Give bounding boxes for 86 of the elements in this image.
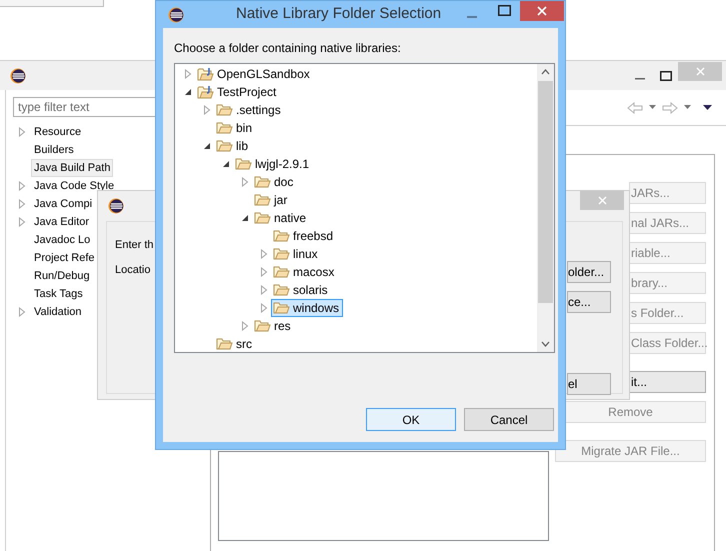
tree-item[interactable]: windows — [271, 299, 344, 317]
tree-item[interactable]: linux — [271, 245, 322, 263]
tree-item[interactable]: freebsd — [271, 227, 338, 245]
folder-icon — [273, 247, 290, 261]
tree-item[interactable]: solaris — [271, 281, 332, 299]
prompt-text: Choose a folder containing native libraries: — [174, 40, 402, 56]
expand-arrow-icon[interactable] — [260, 267, 268, 277]
folder-icon — [216, 139, 233, 153]
tree-item[interactable]: bin — [214, 119, 256, 137]
folder-icon — [216, 337, 233, 351]
dialog-title: Native Library Folder Selection — [236, 4, 442, 24]
expand-arrow-icon[interactable] — [260, 285, 268, 295]
editor-tab[interactable] — [0, 0, 104, 7]
category-item[interactable]: Resource — [31, 124, 84, 140]
collapse-arrow-icon[interactable] — [203, 141, 211, 151]
folder-icon — [273, 265, 290, 279]
tree-item[interactable]: native — [252, 209, 310, 227]
folder-icon — [235, 157, 252, 171]
close-button[interactable] — [520, 1, 564, 21]
folder-icon — [216, 103, 233, 117]
dialog-button[interactable]: older... — [567, 261, 611, 283]
tree-item[interactable]: TestProject — [195, 83, 280, 101]
project-folder-icon — [197, 84, 214, 100]
tree-item[interactable]: macosx — [271, 263, 338, 281]
category-item[interactable]: Java Build Path — [31, 159, 114, 177]
menu-icon[interactable] — [703, 104, 712, 110]
category-item[interactable]: Builders — [31, 142, 77, 158]
category-item[interactable]: Project Refe — [31, 250, 98, 266]
tree-item[interactable]: doc — [252, 173, 298, 191]
expand-arrow-icon[interactable] — [260, 303, 268, 313]
app-logo-icon — [108, 198, 124, 214]
forward-arrow-icon[interactable] — [662, 102, 678, 114]
expand-arrow-icon[interactable] — [18, 127, 26, 137]
tree-item[interactable]: .settings — [214, 101, 285, 119]
maximize-icon[interactable] — [498, 5, 511, 16]
expand-arrow-icon[interactable] — [241, 177, 249, 187]
app-logo-icon — [10, 68, 26, 84]
expand-arrow-icon[interactable] — [241, 321, 249, 331]
collapse-arrow-icon[interactable] — [184, 87, 192, 97]
close-icon — [598, 196, 606, 205]
close-icon — [537, 6, 547, 16]
folder-icon — [254, 175, 271, 189]
dropdown-icon[interactable] — [649, 105, 656, 110]
dialog-label: Enter th — [115, 238, 154, 252]
folder-icon — [254, 193, 271, 207]
dialog-button[interactable]: ce... — [567, 291, 611, 313]
dropdown-icon[interactable] — [684, 105, 691, 110]
folder-icon — [216, 121, 233, 135]
tree-item[interactable]: lwjgl-2.9.1 — [233, 155, 314, 173]
dialog-button[interactable]: el — [567, 373, 611, 395]
close-icon — [696, 67, 704, 76]
tree-item[interactable]: lib — [214, 137, 252, 155]
expand-arrow-icon[interactable] — [18, 307, 26, 317]
category-item[interactable]: Java Editor — [31, 214, 92, 230]
tree-item[interactable]: OpenGLSandbox — [195, 65, 314, 83]
collapse-arrow-icon[interactable] — [222, 159, 230, 169]
folder-icon — [273, 283, 290, 297]
category-item[interactable]: Task Tags — [31, 286, 86, 302]
back-arrow-icon[interactable] — [627, 102, 643, 114]
category-item[interactable]: Java Code Style — [31, 178, 118, 194]
folder-icon — [254, 319, 271, 333]
expand-arrow-icon[interactable] — [260, 249, 268, 259]
expand-arrow-icon[interactable] — [203, 105, 211, 115]
dialog-button[interactable]: OK — [366, 408, 456, 431]
folder-icon — [273, 229, 290, 243]
category-item[interactable]: Run/Debug — [31, 268, 93, 284]
scrollbar[interactable] — [537, 64, 554, 352]
folder-icon — [273, 301, 290, 315]
app-logo-icon — [168, 6, 184, 22]
tree-item[interactable]: src — [214, 335, 256, 353]
project-folder-icon — [197, 66, 214, 82]
dialog-label: Locatio — [115, 263, 150, 277]
expand-arrow-icon[interactable] — [18, 199, 26, 209]
expand-arrow-icon[interactable] — [184, 69, 192, 79]
tree-item[interactable]: jar — [252, 191, 292, 209]
collapse-arrow-icon[interactable] — [241, 213, 249, 223]
category-item[interactable]: Validation — [31, 304, 84, 320]
category-item[interactable]: Javadoc Lo — [31, 232, 94, 248]
side-button[interactable]: it... — [629, 371, 706, 393]
category-item[interactable]: Java Compi — [31, 196, 96, 212]
dialog-button[interactable]: Cancel — [464, 408, 554, 431]
maximize-icon[interactable] — [660, 70, 672, 80]
tree-item[interactable]: res — [252, 317, 295, 335]
expand-arrow-icon[interactable] — [18, 217, 26, 227]
folder-icon — [254, 211, 271, 225]
expand-arrow-icon[interactable] — [18, 181, 26, 191]
